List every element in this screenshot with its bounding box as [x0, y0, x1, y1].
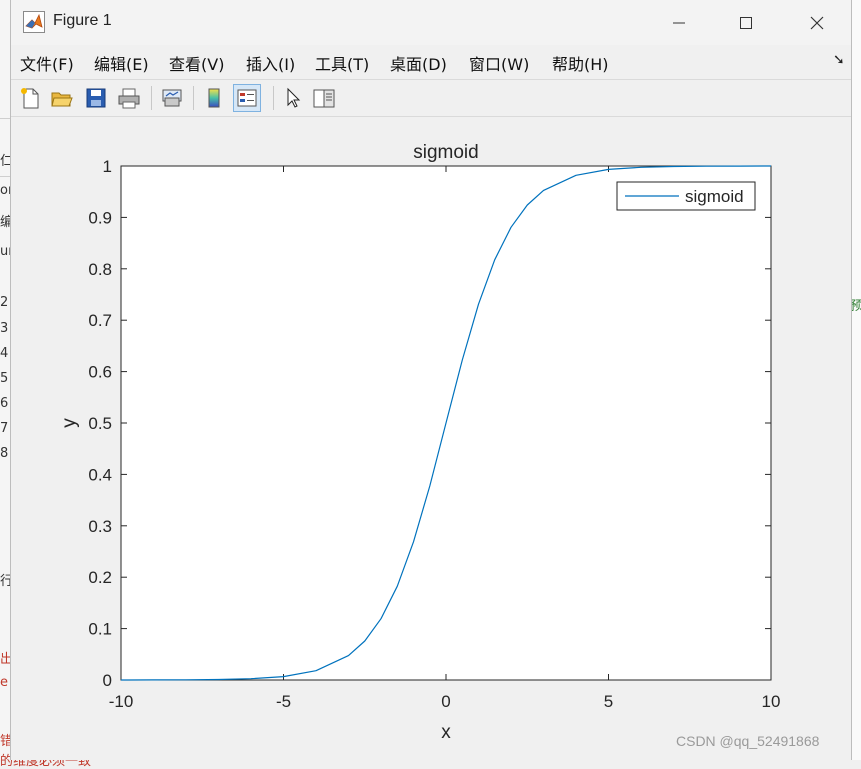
legend-label: sigmoid	[685, 187, 744, 206]
dock-arrow-icon[interactable]: ➘	[833, 52, 845, 68]
pointer-icon	[281, 86, 305, 110]
y-tick-label: 0.6	[88, 363, 112, 382]
background-error-text: e	[0, 675, 8, 690]
new-figure-icon	[18, 86, 42, 110]
y-tick-label: 0.2	[88, 568, 112, 587]
y-axis-label: y	[59, 418, 80, 428]
y-tick-label: 1	[103, 157, 112, 176]
save-icon	[84, 86, 108, 110]
y-tick-label: 0.5	[88, 414, 112, 433]
menu-file[interactable]: 文件(F)	[20, 51, 74, 75]
y-tick-label: 0.3	[88, 517, 112, 536]
background-text: 7	[0, 421, 8, 436]
menu-edit[interactable]: 编辑(E)	[94, 51, 149, 75]
property-editor-button[interactable]	[310, 84, 338, 112]
y-tick-label: 0.9	[88, 208, 112, 227]
colorbar-icon	[202, 86, 226, 110]
minimize-button[interactable]	[659, 7, 699, 39]
toolbar-separator	[193, 86, 194, 110]
csdn-watermark: CSDN @qq_52491868	[676, 733, 819, 749]
menu-insert[interactable]: 插入(I)	[246, 51, 295, 75]
menu-view[interactable]: 查看(V)	[169, 51, 224, 75]
new-figure-button[interactable]	[16, 84, 44, 112]
x-tick-label: 10	[762, 692, 781, 711]
open-file-button[interactable]	[48, 84, 76, 112]
legend-button[interactable]	[233, 84, 261, 112]
menu-tools[interactable]: 工具(T)	[315, 51, 369, 75]
property-editor-icon	[312, 86, 336, 110]
y-tick-label: 0.4	[88, 465, 112, 484]
x-tick-label: 5	[604, 692, 613, 711]
y-tick-label: 0.7	[88, 311, 112, 330]
toolbar-separator	[273, 86, 274, 110]
background-text: 5	[0, 371, 8, 386]
background-text: 4	[0, 346, 8, 361]
title-bar[interactable]: Figure 1	[11, 0, 851, 45]
plot-canvas[interactable]: -10 -5 0 5 10 0 0.1 0.2 0.3 0.4 0.5 0.6 0.7 0.8 0.9 1 si…	[11, 116, 851, 760]
colorbar-button[interactable]	[200, 84, 228, 112]
close-icon	[810, 16, 824, 30]
y-tick-label: 0.8	[88, 260, 112, 279]
background-text: 8	[0, 446, 8, 461]
x-axis-label: x	[441, 722, 451, 743]
menu-help[interactable]: 帮助(H)	[552, 51, 609, 75]
background-text: 3	[0, 321, 8, 336]
print-icon	[117, 86, 141, 110]
x-tick-label: -5	[276, 692, 291, 711]
legend-icon	[235, 86, 259, 110]
x-tick-label: -10	[109, 692, 134, 711]
toolbar	[11, 79, 851, 117]
chart-title: sigmoid	[413, 142, 478, 163]
matlab-logo-icon	[23, 11, 45, 33]
link-plot-icon	[160, 86, 184, 110]
open-file-icon	[50, 86, 74, 110]
pointer-button[interactable]	[279, 84, 307, 112]
minimize-icon	[672, 16, 686, 30]
menu-desktop[interactable]: 桌面(D)	[390, 51, 447, 75]
close-button[interactable]	[797, 7, 837, 39]
y-tick-label: 0.1	[88, 620, 112, 639]
toolbar-separator	[151, 86, 152, 110]
figure-window: Figure 1 文件(F) 编辑(E) 查看(V) 插入(I) 工具(T) 桌…	[10, 0, 852, 760]
menu-window[interactable]: 窗口(W)	[469, 51, 529, 75]
y-tick-label: 0	[103, 671, 112, 690]
maximize-button[interactable]	[726, 7, 766, 39]
maximize-icon	[739, 16, 753, 30]
background-text: 6	[0, 396, 8, 411]
x-tick-label: 0	[441, 692, 450, 711]
print-button[interactable]	[115, 84, 143, 112]
background-text: 2	[0, 295, 8, 310]
save-button[interactable]	[82, 84, 110, 112]
menu-bar: 文件(F) 编辑(E) 查看(V) 插入(I) 工具(T) 桌面(D) 窗口(W…	[11, 45, 851, 78]
link-plot-button[interactable]	[158, 84, 186, 112]
window-title: Figure 1	[53, 12, 112, 30]
